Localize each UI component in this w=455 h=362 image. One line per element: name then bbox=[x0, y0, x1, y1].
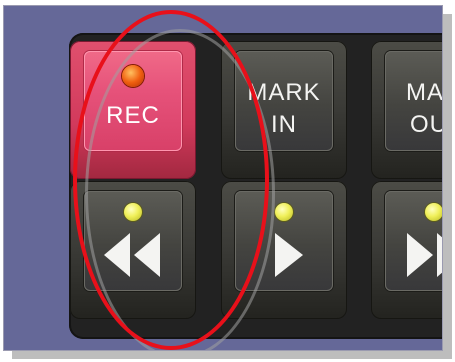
status-led-icon bbox=[425, 203, 443, 221]
play-icon bbox=[275, 233, 303, 277]
fast-forward-icon bbox=[407, 233, 443, 277]
frame-shadow bbox=[443, 14, 452, 359]
status-led-icon bbox=[275, 203, 293, 221]
mark-out-keycap: MAR OU bbox=[385, 51, 443, 151]
keyboard-photo: REC MARK IN MAR OU bbox=[3, 5, 443, 351]
highlight-ellipse bbox=[73, 10, 269, 350]
frame-shadow bbox=[12, 351, 452, 359]
mark-out-label-line2: OU bbox=[410, 111, 443, 138]
fast-forward-key[interactable] bbox=[371, 181, 443, 319]
fast-forward-keycap bbox=[385, 191, 443, 291]
mark-out-label-line1: MAR bbox=[406, 79, 443, 106]
mark-out-key[interactable]: MAR OU bbox=[371, 41, 443, 179]
